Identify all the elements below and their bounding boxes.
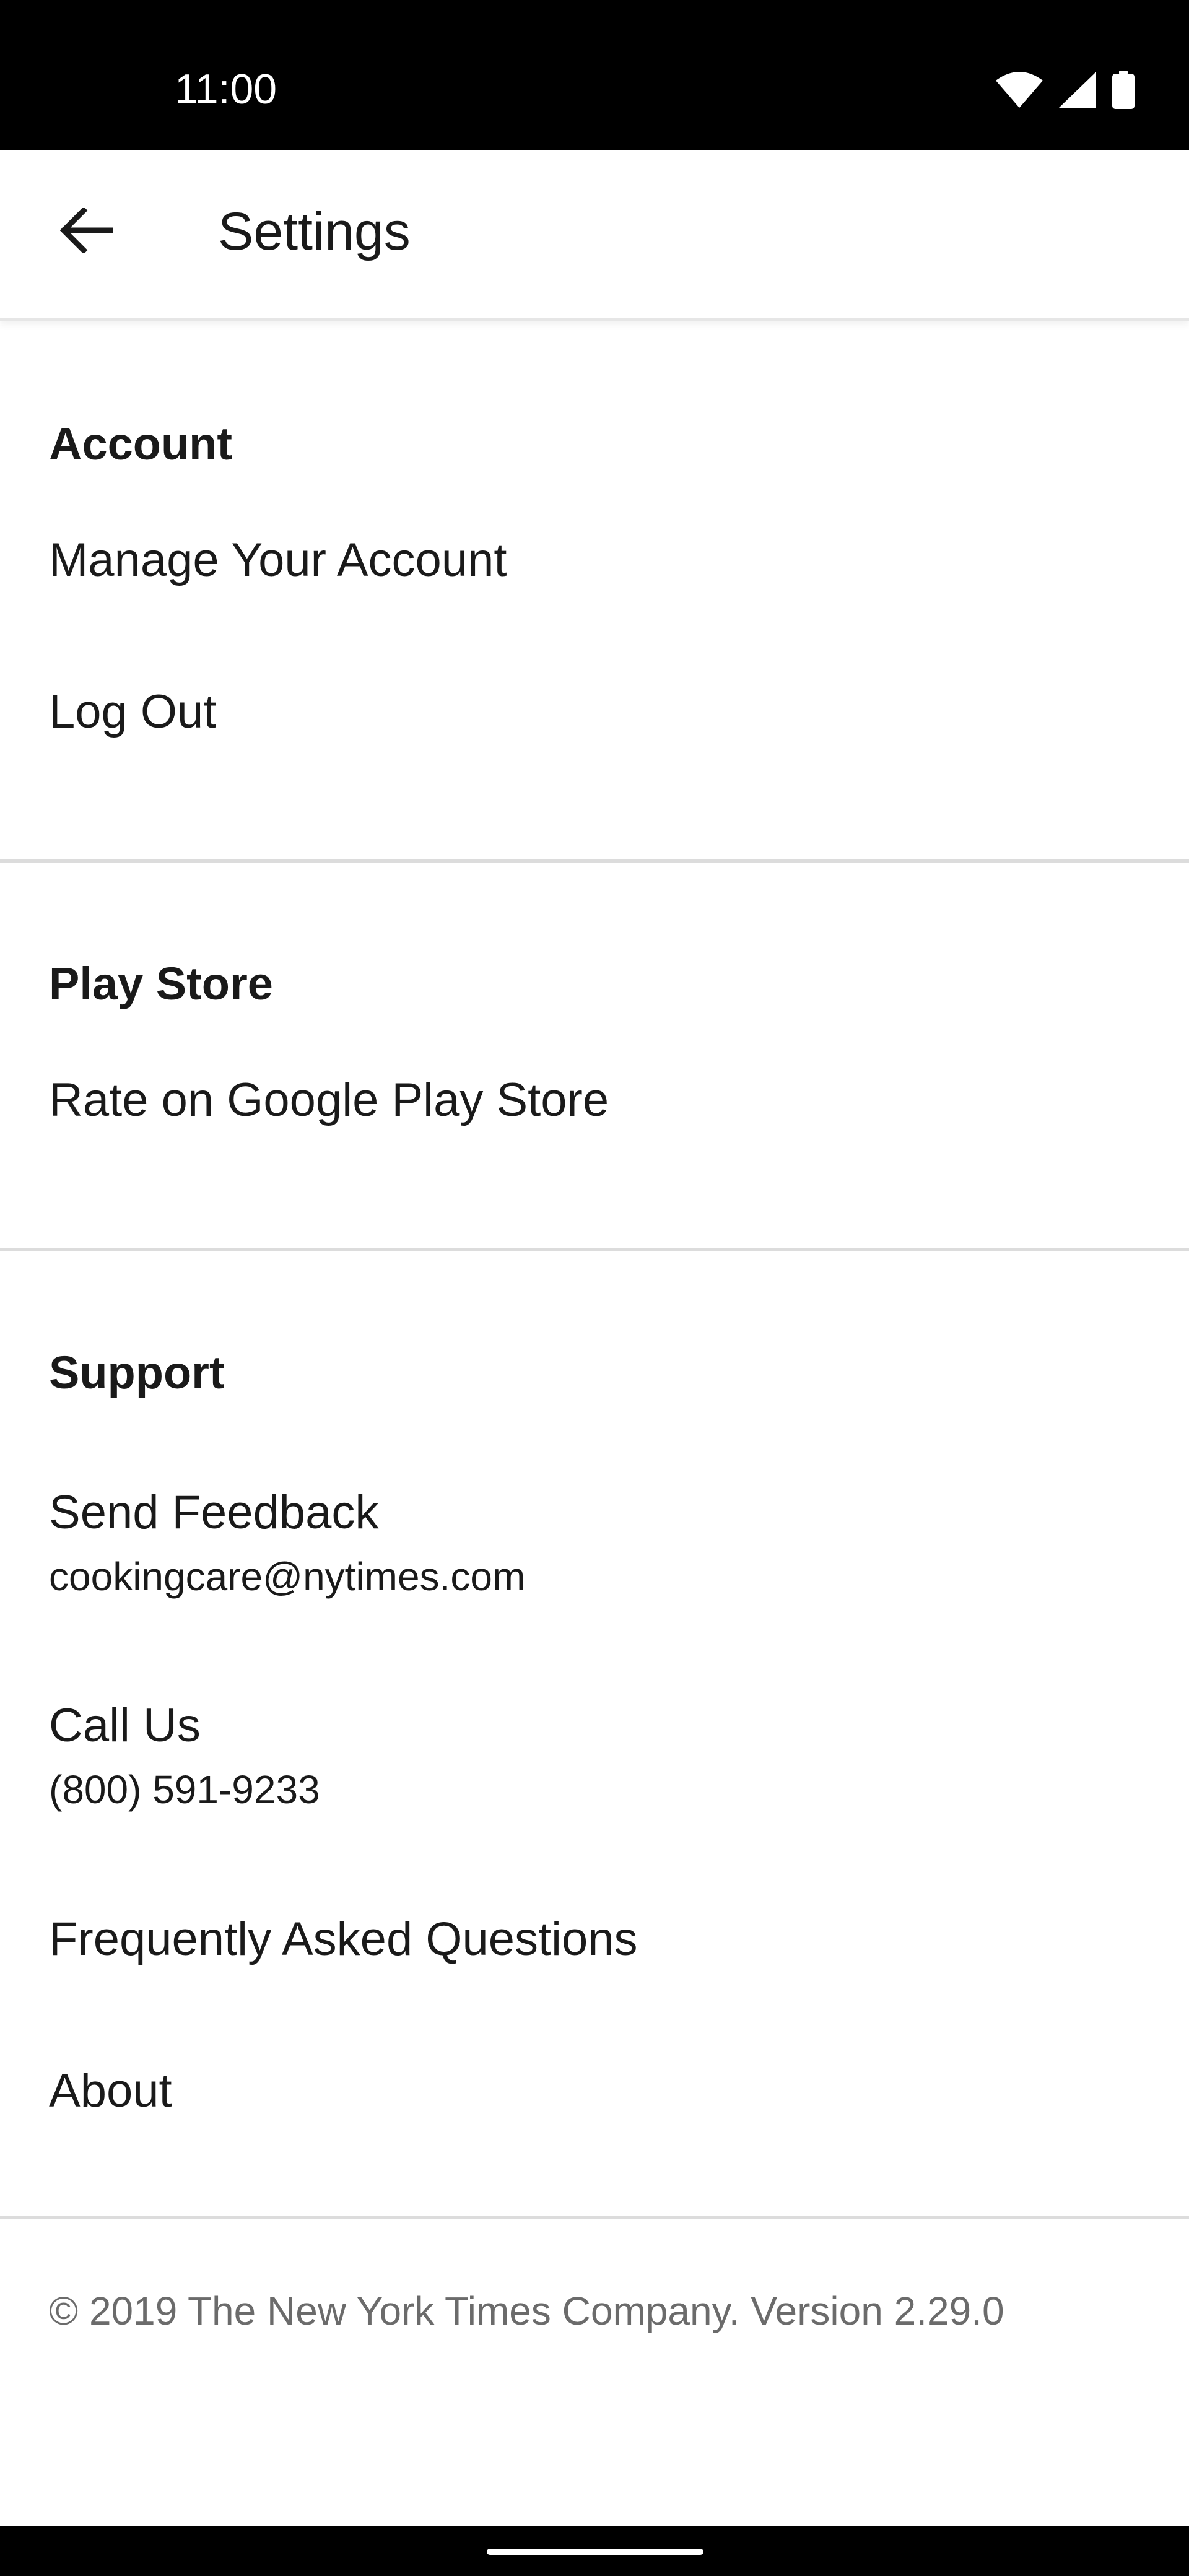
- item-label: About: [49, 2065, 172, 2117]
- log-out-item[interactable]: Log Out: [0, 684, 1189, 783]
- section-heading-play-store: Play Store: [49, 958, 273, 1009]
- app-bar: Settings: [0, 150, 1189, 321]
- item-label: Send Feedback: [49, 1486, 379, 1539]
- item-label: Log Out: [49, 685, 217, 738]
- support-phone-number: (800) 591-9233: [49, 1767, 320, 1812]
- navigation-bar: [0, 2526, 1189, 2576]
- arrow-left-icon: [59, 206, 115, 256]
- faq-item[interactable]: Frequently Asked Questions: [0, 1912, 1189, 2011]
- page-title: Settings: [218, 202, 411, 261]
- item-label: Call Us: [49, 1699, 201, 1752]
- home-indicator[interactable]: [487, 2549, 703, 2555]
- battery-icon: [1112, 71, 1135, 109]
- rate-play-store-item[interactable]: Rate on Google Play Store: [0, 1073, 1189, 1172]
- cellular-signal-icon: [1059, 72, 1096, 108]
- item-label: Manage Your Account: [49, 534, 507, 586]
- wifi-icon: [996, 72, 1043, 108]
- back-button[interactable]: [50, 194, 124, 269]
- item-label: Rate on Google Play Store: [49, 1074, 609, 1126]
- copyright-version-text: © 2019 The New York Times Company. Versi…: [49, 2289, 1004, 2333]
- call-us-item[interactable]: Call Us (800) 591-9233: [0, 1698, 1189, 1847]
- section-divider: [0, 859, 1189, 863]
- section-divider: [0, 2216, 1189, 2219]
- section-divider: [0, 1248, 1189, 1251]
- status-icons: [996, 68, 1135, 111]
- status-bar: 11:00: [0, 0, 1189, 150]
- send-feedback-item[interactable]: Send Feedback cookingcare@nytimes.com: [0, 1485, 1189, 1634]
- about-item[interactable]: About: [0, 2063, 1189, 2162]
- status-time: 11:00: [175, 66, 277, 113]
- manage-account-item[interactable]: Manage Your Account: [0, 533, 1189, 632]
- item-label: Frequently Asked Questions: [49, 1913, 638, 1965]
- feedback-email: cookingcare@nytimes.com: [49, 1554, 526, 1599]
- section-heading-account: Account: [49, 418, 232, 469]
- section-heading-support: Support: [49, 1347, 225, 1398]
